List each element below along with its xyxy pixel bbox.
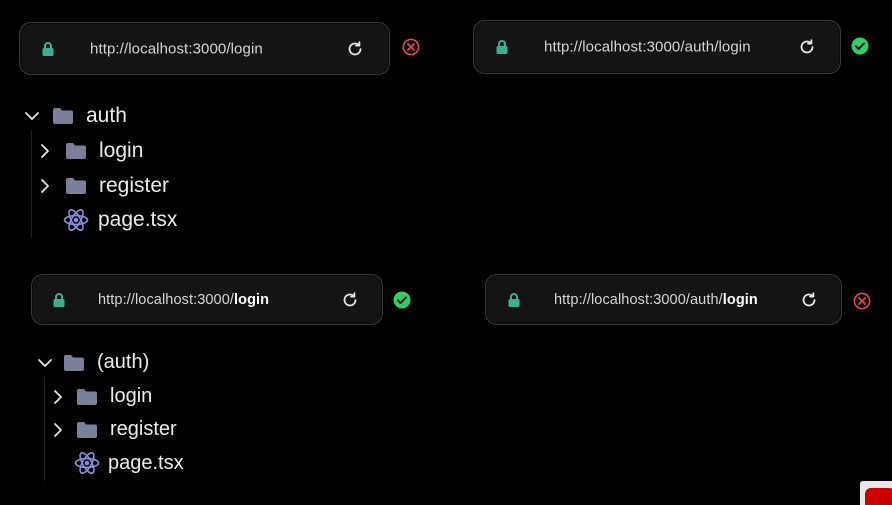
address-bar-top-right[interactable]: http://localhost:3000/auth/login: [473, 20, 841, 74]
tree-label: login: [99, 139, 144, 162]
folder-icon: [66, 178, 86, 194]
tree-label: register: [99, 174, 170, 197]
chevron-right-icon[interactable]: [37, 178, 53, 194]
lock-icon: [42, 41, 54, 56]
folder-icon: [77, 388, 97, 405]
tree-label: login: [110, 385, 153, 407]
tree-row-auth[interactable]: auth: [24, 104, 127, 128]
url-text: http://localhost:3000/login: [90, 40, 263, 57]
tree-row-page-tsx[interactable]: page.tsx: [74, 450, 184, 476]
folder-icon: [77, 421, 97, 438]
tree-label: auth: [86, 104, 127, 127]
react-icon: [63, 209, 89, 231]
check-circle-icon: [393, 291, 411, 309]
reload-icon[interactable]: [800, 291, 818, 309]
tree-label: page.tsx: [98, 208, 178, 231]
tree-label: page.tsx: [108, 451, 184, 474]
canvas: http://localhost:3000/login http://local…: [0, 0, 892, 505]
tree-row-auth-group[interactable]: (auth): [37, 351, 149, 374]
reload-icon[interactable]: [341, 291, 359, 309]
check-circle-icon: [851, 37, 869, 55]
chevron-right-icon[interactable]: [50, 422, 66, 438]
react-icon: [74, 452, 100, 474]
x-circle-icon: [853, 292, 871, 310]
url-text: http://localhost:3000/auth/login: [544, 38, 751, 56]
lock-icon: [53, 292, 65, 307]
folder-icon: [64, 354, 84, 371]
tree-label: register: [110, 418, 177, 440]
folder-icon: [66, 143, 86, 159]
lock-icon: [496, 40, 508, 54]
address-bar-top-left[interactable]: http://localhost:3000/login: [19, 22, 390, 75]
lock-icon: [508, 292, 520, 307]
chevron-right-icon[interactable]: [50, 389, 66, 405]
youtube-logo-icon: [860, 481, 892, 505]
url-text: http://localhost:3000/auth/login: [554, 291, 758, 308]
chevron-right-icon[interactable]: [37, 143, 53, 159]
tree-guide: [31, 130, 32, 238]
url-text: http://localhost:3000/login: [98, 291, 270, 308]
reload-icon[interactable]: [798, 38, 816, 56]
folder-icon: [53, 108, 73, 124]
x-circle-icon: [402, 38, 420, 56]
tree-label: (auth): [97, 351, 150, 373]
tree-row-register[interactable]: register: [50, 418, 177, 441]
tree-guide: [44, 377, 45, 481]
tree-row-register[interactable]: register: [37, 174, 169, 198]
tree-row-page-tsx[interactable]: page.tsx: [63, 207, 177, 233]
reload-icon[interactable]: [346, 40, 364, 58]
chevron-down-icon[interactable]: [37, 355, 53, 371]
chevron-down-icon[interactable]: [24, 108, 40, 124]
address-bar-bottom-left[interactable]: http://localhost:3000/login: [31, 274, 383, 325]
tree-row-login[interactable]: login: [50, 385, 152, 408]
address-bar-bottom-right[interactable]: http://localhost:3000/auth/login: [485, 274, 842, 325]
tree-row-login[interactable]: login: [37, 139, 143, 163]
